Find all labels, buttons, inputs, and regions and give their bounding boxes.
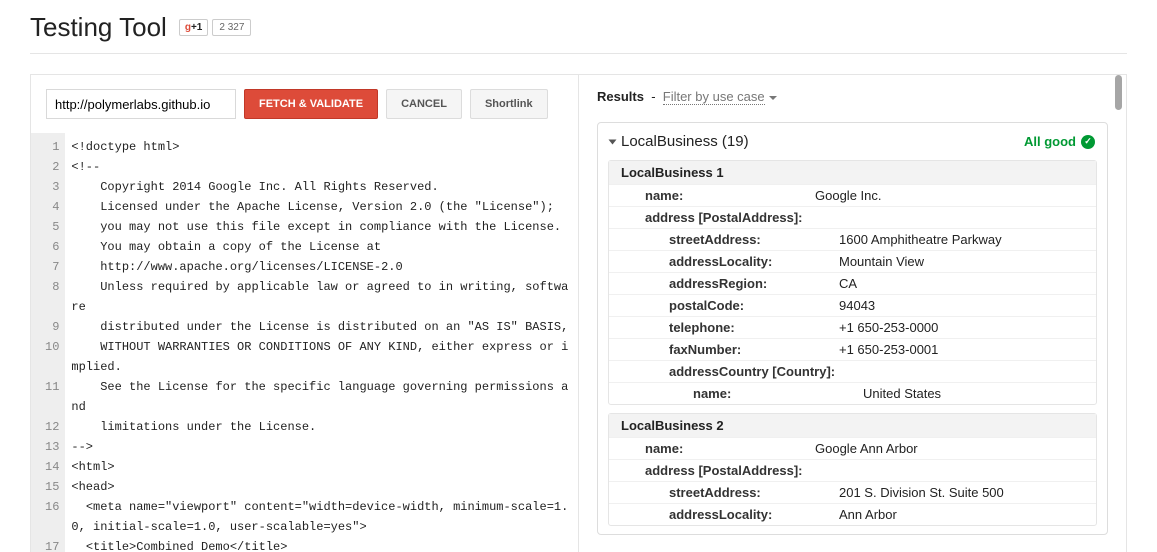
property-row: addressLocality:Mountain View [609,250,1096,272]
code-editor[interactable]: 1234567891011121314151617181920 <!doctyp… [31,133,578,552]
page-title: Testing Tool [30,12,167,43]
section-toggle-localbusiness[interactable]: LocalBusiness (19) All good ✓ [598,123,1107,160]
property-row: faxNumber:+1 650-253-0001 [609,338,1096,360]
property-row: telephone:+1 650-253-0000 [609,316,1096,338]
address-header: address [PostalAddress]: [609,206,1096,228]
result-item: LocalBusiness 1name:Google Inc.address [… [608,160,1097,405]
filter-link[interactable]: Filter by use case [663,89,765,105]
property-row: name:Google Ann Arbor [609,437,1096,459]
property-row: postalCode:94043 [609,294,1096,316]
results-panel: Results - Filter by use case LocalBusine… [579,75,1126,552]
result-item-title: LocalBusiness 1 [609,161,1096,184]
property-row: name:Google Inc. [609,184,1096,206]
country-header: addressCountry [Country]: [609,360,1096,382]
left-panel: FETCH & VALIDATE CANCEL Shortlink 123456… [31,75,579,552]
property-row: addressLocality:Ann Arbor [609,503,1096,525]
result-item-title: LocalBusiness 2 [609,414,1096,437]
property-row: name:United States [609,382,1096,404]
result-item: LocalBusiness 2name:Google Ann Arboraddr… [608,413,1097,526]
url-input[interactable] [46,89,236,119]
scrollbar-thumb[interactable] [1115,75,1122,110]
property-row: streetAddress:1600 Amphitheatre Parkway [609,228,1096,250]
gplus-button[interactable]: g+1 [179,19,209,36]
property-row: streetAddress:201 S. Division St. Suite … [609,481,1096,503]
cancel-button[interactable]: CANCEL [386,89,462,119]
shortlink-button[interactable]: Shortlink [470,89,548,119]
status-badge: All good ✓ [1024,134,1095,149]
chevron-down-icon [769,96,777,100]
address-header: address [PostalAddress]: [609,459,1096,481]
results-title: Results [597,89,644,104]
caret-down-icon [609,140,617,145]
fetch-validate-button[interactable]: FETCH & VALIDATE [244,89,378,119]
property-row: addressRegion:CA [609,272,1096,294]
gplus-count: 2 327 [212,19,251,36]
check-icon: ✓ [1081,135,1095,149]
